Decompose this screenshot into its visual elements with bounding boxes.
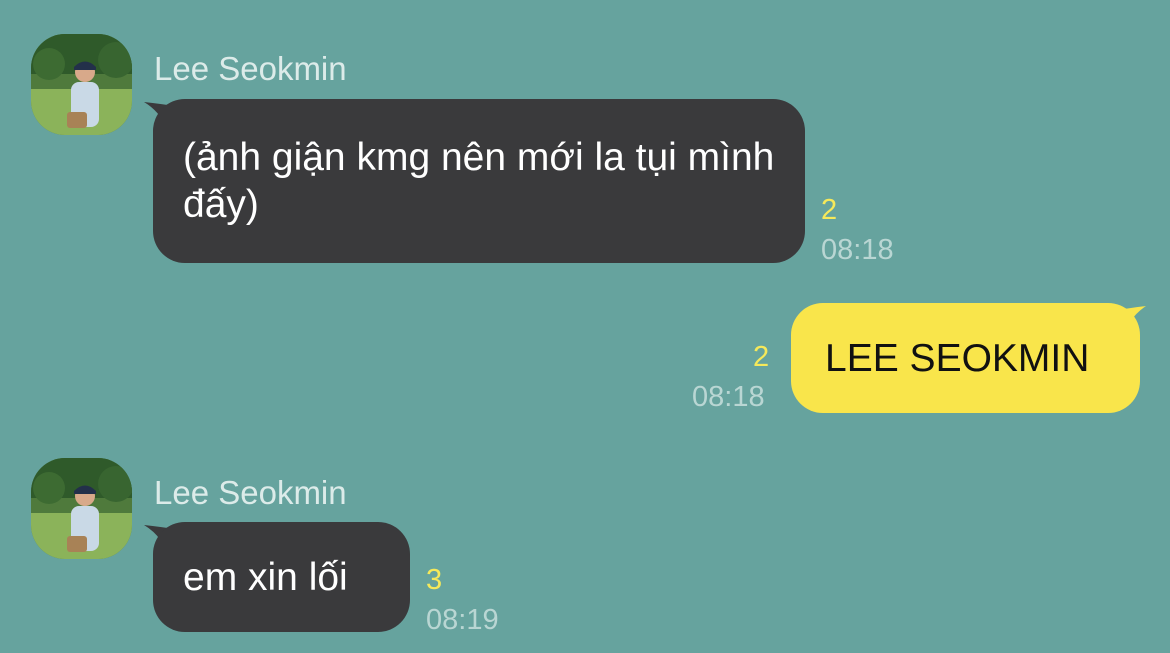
- message-time: 08:18: [692, 381, 765, 413]
- message-text: LEE SEOKMIN: [825, 336, 1090, 380]
- sender-name: Lee Seokmin: [154, 50, 347, 87]
- unread-count: 3: [426, 564, 443, 596]
- unread-count: 2: [821, 194, 838, 226]
- message-bubble-incoming[interactable]: (ảnh giận kmg nên mới la tụi mình đấy): [153, 99, 805, 263]
- sender-avatar[interactable]: [31, 458, 132, 559]
- message-text: (ảnh giận kmg nên mới la tụi mình đấy): [183, 136, 775, 226]
- sender-name: Lee Seokmin: [154, 474, 347, 511]
- sender-avatar[interactable]: [31, 34, 132, 135]
- message-bubble-outgoing[interactable]: LEE SEOKMIN: [791, 303, 1140, 413]
- message-text: em xin lối: [183, 555, 348, 599]
- unread-count: 2: [753, 341, 770, 373]
- message-time: 08:19: [426, 604, 499, 636]
- message-bubble-incoming[interactable]: em xin lối: [153, 522, 410, 632]
- bubble-tail: [1118, 306, 1146, 340]
- message-time: 08:18: [821, 234, 894, 266]
